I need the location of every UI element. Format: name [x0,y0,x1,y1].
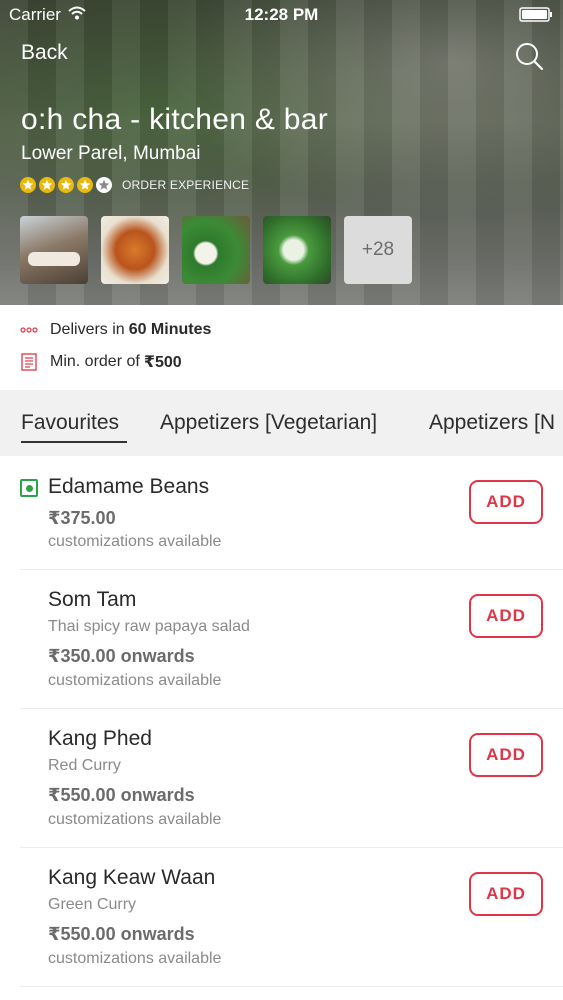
item-price: ₹350.00 onwards [48,646,195,666]
status-time: 12:28 PM [244,5,319,24]
item-name: Kang Phed [48,727,152,750]
delivery-time-value: 60 Minutes [128,321,212,338]
active-tab-indicator [21,441,127,443]
photo-strip: +28 [20,216,425,284]
rating-row: ORDER EXPERIENCE [20,177,249,193]
search-icon[interactable] [514,41,544,71]
item-price: ₹550.00 onwards [48,924,195,944]
min-order-prefix: Min. order of [50,353,140,370]
delivery-time-row: Delivers in 60 Minutes [20,321,211,339]
add-button[interactable]: ADD [469,872,543,916]
tab-favourites[interactable]: Favourites [21,411,119,435]
more-photos-button[interactable]: +28 [344,216,412,284]
item-price: ₹550.00 onwards [48,785,195,805]
min-order-row: Min. order of ₹500 [20,352,182,372]
item-description: Thai spicy raw papaya salad [48,618,250,635]
item-name: Som Tam [48,588,137,611]
rating-stars [20,177,115,193]
star-empty-icon [96,177,112,193]
photo-thumbnail[interactable] [20,216,88,284]
add-button[interactable]: ADD [469,733,543,777]
item-description: Red Curry [48,757,121,774]
divider [20,986,563,987]
item-customizations: customizations available [48,811,222,828]
menu-item[interactable]: Som Tam Thai spicy raw papaya salad ₹350… [0,570,563,709]
tab-appetizers-vegetarian[interactable]: Appetizers [Vegetarian] [160,411,377,435]
back-button[interactable]: Back [21,41,68,65]
restaurant-location: Lower Parel, Mumbai [21,143,201,164]
status-bar: Carrier 12:28 PM [0,0,563,30]
menu-item[interactable]: Kang Phed Red Curry ₹550.00 onwards cust… [0,709,563,848]
item-customizations: customizations available [48,950,222,967]
add-button[interactable]: ADD [469,480,543,524]
star-filled-icon [20,177,36,193]
item-price: ₹375.00 [48,508,116,528]
add-button[interactable]: ADD [469,594,543,638]
min-order-value: ₹500 [143,354,182,371]
menu-category-tabs: Favourites Appetizers [Vegetarian] Appet… [0,390,563,456]
delivery-dots-icon [20,327,38,333]
photo-thumbnail[interactable] [182,216,250,284]
star-filled-icon [39,177,55,193]
restaurant-name: o:h cha - kitchen & bar [21,103,329,136]
restaurant-hero: Carrier 12:28 PM Back o:h cha - kitchen … [0,0,563,305]
menu-item[interactable]: Edamame Beans ₹375.00 customizations ava… [0,456,563,570]
veg-indicator-icon [20,479,38,497]
star-filled-icon [77,177,93,193]
photo-thumbnail[interactable] [101,216,169,284]
menu-item[interactable]: Kang Keaw Waan Green Curry ₹550.00 onwar… [0,848,563,987]
rating-label: ORDER EXPERIENCE [122,178,250,192]
battery-icon [519,7,552,22]
star-filled-icon [58,177,74,193]
item-description: Green Curry [48,896,137,913]
receipt-icon [21,353,37,371]
delivery-time-prefix: Delivers in [50,321,125,338]
item-customizations: customizations available [48,533,222,550]
item-name: Edamame Beans [48,475,210,498]
item-name: Kang Keaw Waan [48,866,216,889]
photo-thumbnail[interactable] [263,216,331,284]
item-customizations: customizations available [48,672,222,689]
delivery-info: Delivers in 60 Minutes Min. order of ₹50… [0,305,563,390]
tab-appetizers-non-vegetarian[interactable]: Appetizers [N [429,411,555,435]
